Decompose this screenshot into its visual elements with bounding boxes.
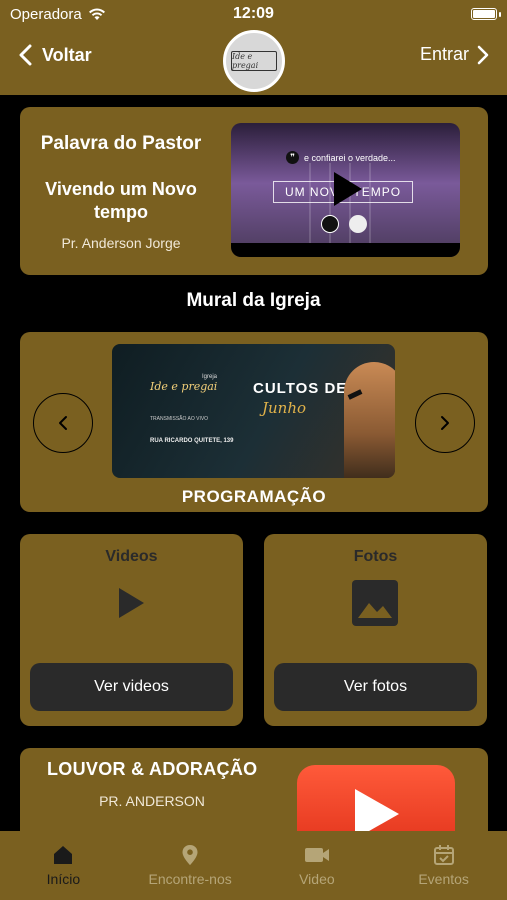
partner-badge-icon bbox=[349, 215, 367, 233]
video-bottom-bar bbox=[231, 243, 460, 257]
battery-tip bbox=[499, 12, 501, 17]
play-icon[interactable] bbox=[334, 172, 362, 206]
carousel-caption: PROGRAMAÇÃO bbox=[181, 487, 327, 506]
sermon-title: Vivendo um Novo tempo bbox=[20, 178, 222, 224]
sermon-video-thumbnail[interactable]: ❞ e confiarei o verdade... UM NOVO TEMPO bbox=[231, 123, 460, 257]
banner-month: Junho bbox=[262, 399, 307, 417]
church-logo[interactable]: Ide e pregai bbox=[223, 30, 285, 92]
clock: 12:09 bbox=[233, 5, 274, 22]
location-pin-icon bbox=[182, 845, 198, 865]
login-button[interactable]: Entrar bbox=[420, 44, 489, 65]
tab-find-us-label: Encontre-nos bbox=[148, 871, 232, 887]
logo-text: Ide e pregai bbox=[231, 51, 277, 71]
tab-bar: Início Encontre-nos Video Eventos bbox=[0, 831, 507, 900]
home-icon bbox=[54, 846, 73, 864]
video-camera-icon bbox=[304, 848, 329, 862]
worship-title: LOUVOR & ADORAÇÃO bbox=[47, 759, 258, 779]
pastor-section-title: Palavra do Pastor bbox=[40, 133, 202, 154]
video-quote-text: e confiarei o verdade... bbox=[304, 152, 396, 163]
mural-title: Mural da Igreja bbox=[186, 290, 321, 311]
calendar-icon bbox=[433, 845, 454, 865]
see-photos-button[interactable]: Ver fotos bbox=[274, 663, 477, 711]
back-label: Voltar bbox=[42, 44, 92, 65]
carousel-prev-button[interactable] bbox=[33, 393, 93, 453]
chevron-right-icon bbox=[477, 45, 489, 64]
worship-subtitle: PR. ANDERSON bbox=[99, 793, 205, 809]
sermon-title-line1: Vivendo um Novo bbox=[45, 179, 197, 199]
photos-title: Fotos bbox=[353, 548, 398, 565]
app-header: Operadora 12:09 Voltar Ide e pregai Entr… bbox=[0, 0, 507, 95]
banner-title: CULTOS DE bbox=[253, 380, 348, 397]
chevron-left-icon bbox=[19, 44, 32, 66]
battery-icon bbox=[471, 8, 497, 20]
singer-photo bbox=[344, 362, 395, 478]
banner-address: RUA RICARDO QUITETE, 139 bbox=[150, 438, 234, 444]
tab-video[interactable]: Video bbox=[254, 831, 381, 900]
sermon-title-line2: tempo bbox=[94, 202, 148, 222]
banner-live-text: TRANSMISSÃO AO VIVO bbox=[150, 416, 209, 422]
video-quote: ❞ e confiarei o verdade... bbox=[286, 151, 396, 164]
quote-icon: ❞ bbox=[286, 151, 299, 164]
tab-home-label: Início bbox=[46, 871, 81, 887]
photos-card: Fotos Ver fotos bbox=[264, 534, 487, 726]
mural-carousel: Igreja Ide e pregai CULTOS DE Junho TRAN… bbox=[20, 332, 488, 512]
banner-church-name: Ide e pregai bbox=[150, 380, 218, 393]
tab-events-label: Eventos bbox=[418, 871, 469, 887]
event-banner[interactable]: Igreja Ide e pregai CULTOS DE Junho TRAN… bbox=[112, 344, 395, 478]
back-button[interactable]: Voltar bbox=[18, 44, 92, 66]
pastor-word-card[interactable]: Palavra do Pastor Vivendo um Novo tempo … bbox=[20, 107, 488, 275]
status-bar: Operadora 12:09 bbox=[0, 0, 507, 28]
login-label: Entrar bbox=[419, 44, 469, 64]
pastor-name: Pr. Anderson Jorge bbox=[61, 235, 181, 251]
carousel-next-button[interactable] bbox=[415, 393, 475, 453]
see-videos-button[interactable]: Ver videos bbox=[30, 663, 233, 711]
tab-find-us[interactable]: Encontre-nos bbox=[127, 831, 254, 900]
videos-card: Videos Ver videos bbox=[20, 534, 243, 726]
videos-title: Videos bbox=[105, 548, 158, 565]
channel-badge-icon bbox=[321, 215, 339, 233]
chevron-left-icon bbox=[59, 416, 67, 430]
tab-events[interactable]: Eventos bbox=[380, 831, 507, 900]
tab-video-label: Video bbox=[299, 871, 335, 887]
tab-home[interactable]: Início bbox=[0, 831, 127, 900]
play-icon bbox=[108, 580, 154, 626]
image-icon bbox=[352, 580, 398, 626]
chevron-right-icon bbox=[441, 416, 449, 430]
